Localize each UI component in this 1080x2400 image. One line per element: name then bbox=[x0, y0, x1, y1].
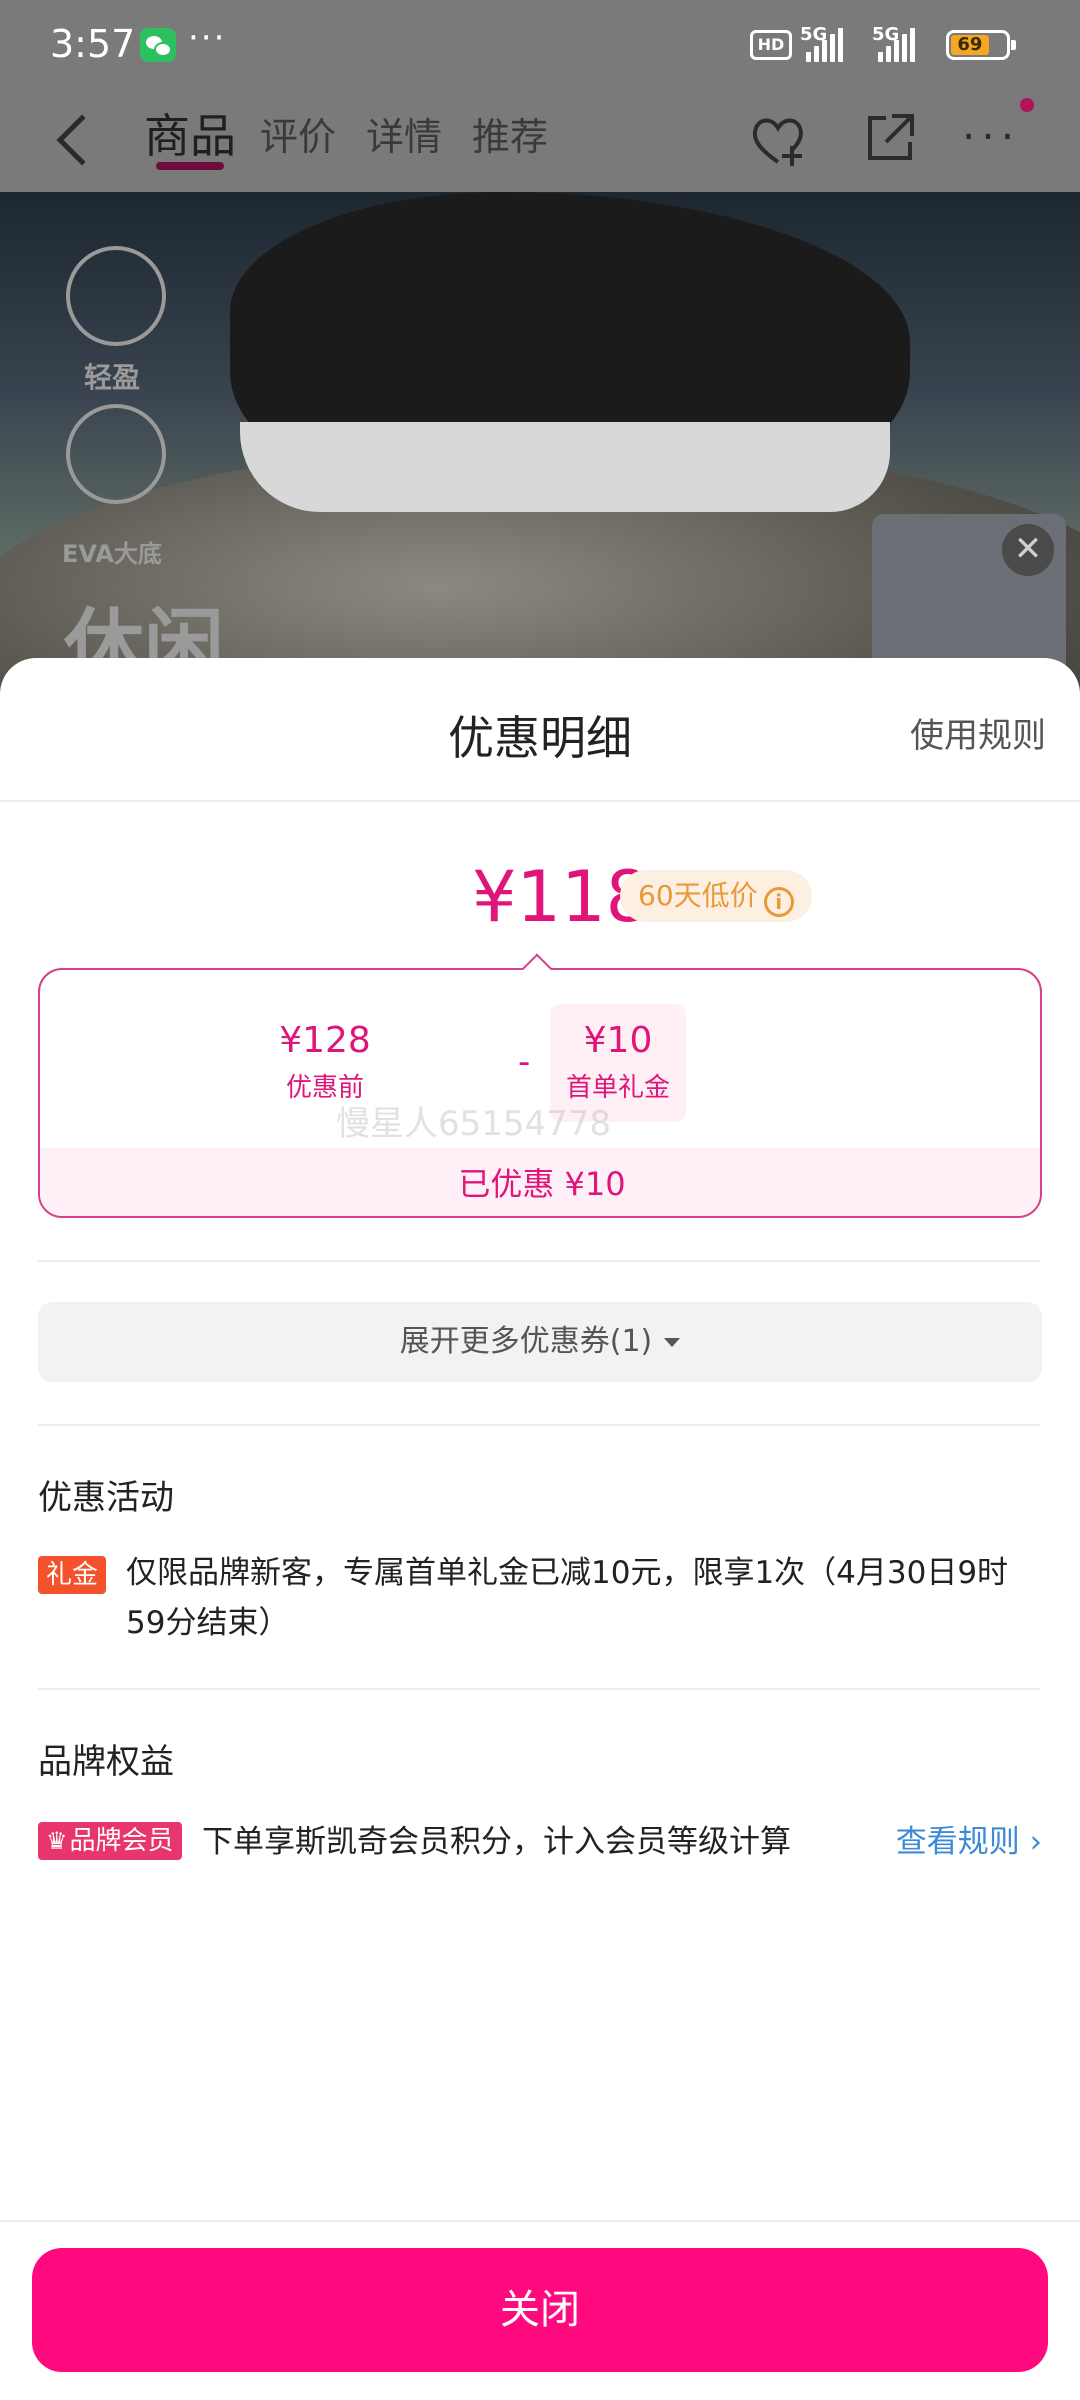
saved-amount-band: 已优惠 ¥10 bbox=[40, 1148, 1040, 1216]
signal-strength-icon bbox=[806, 28, 843, 62]
share-icon[interactable] bbox=[862, 110, 918, 166]
product-image: 轻盈 EVA大底 休闲 ✕ bbox=[0, 192, 1080, 700]
gift-tag: 礼金 bbox=[38, 1556, 107, 1594]
member-description: 下单享斯凯奇会员积分，计入会员等级计算 bbox=[202, 1824, 791, 1860]
tab-recommend[interactable]: 推荐 bbox=[472, 106, 548, 161]
gift-description: 仅限品牌新客，专属首单礼金已减10元，限享1次（4月30日9时59分结束） bbox=[126, 1555, 1009, 1641]
price-breakdown-box: ¥128 优惠前 - ¥10 首单礼金 已优惠 ¥10 慢星人65154778 bbox=[38, 968, 1042, 1218]
caret-down-icon bbox=[664, 1338, 681, 1347]
signal-strength-icon-2 bbox=[878, 28, 915, 62]
close-thumbnail-icon[interactable]: ✕ bbox=[1002, 524, 1054, 576]
active-tab-indicator bbox=[156, 162, 224, 170]
price-row: ¥118 60天低价 i bbox=[0, 856, 1080, 946]
member-tag: ♛品牌会员 bbox=[38, 1822, 182, 1860]
product-nav-bar: 商品 评价 详情 推荐 ··· bbox=[0, 92, 1080, 192]
battery-icon: 69 bbox=[946, 30, 1016, 60]
shoe-sole bbox=[240, 422, 890, 512]
favorite-heart-icon[interactable] bbox=[748, 110, 808, 170]
status-bar: 3:57 ··· HD 5G 5G 69 bbox=[0, 0, 1080, 92]
tab-details[interactable]: 详情 bbox=[366, 106, 442, 161]
more-options-icon[interactable]: ··· bbox=[962, 112, 1020, 161]
divider bbox=[0, 800, 1080, 802]
hd-voice-icon: HD bbox=[750, 30, 792, 60]
coupon-amount: ¥10 bbox=[583, 1020, 653, 1061]
benefits-section-title: 品牌权益 bbox=[38, 1742, 174, 1782]
tab-goods[interactable]: 商品 bbox=[144, 100, 236, 166]
badge-label-light: 轻盈 bbox=[84, 361, 141, 394]
back-arrow-icon[interactable] bbox=[56, 114, 108, 166]
coupon-item: ¥10 首单礼金 bbox=[550, 1020, 686, 1104]
crown-icon: ♛ bbox=[46, 1827, 68, 1855]
close-button[interactable]: 关闭 bbox=[32, 2248, 1048, 2372]
screen: 3:57 ··· HD 5G 5G 69 商品 评价 详情 推荐 ··· 轻盈 … bbox=[0, 0, 1080, 2400]
user-watermark: 慢星人65154778 bbox=[336, 1104, 612, 1144]
member-tag-label: 品牌会员 bbox=[69, 1826, 174, 1856]
notification-dot bbox=[1020, 98, 1034, 112]
wechat-notification-icon bbox=[140, 28, 176, 62]
view-rules-link[interactable]: 查看规则 › bbox=[896, 1816, 1042, 1861]
eva-sole-badge-icon bbox=[66, 404, 166, 504]
minus-sign: - bbox=[518, 1042, 531, 1082]
expand-coupons-label: 展开更多优惠券(1) bbox=[399, 1324, 653, 1359]
expand-more-coupons-button[interactable]: 展开更多优惠券(1) bbox=[38, 1302, 1042, 1382]
more-notifications-icon: ··· bbox=[188, 18, 227, 58]
original-price-item: ¥128 优惠前 bbox=[250, 1020, 400, 1104]
divider bbox=[38, 1688, 1040, 1690]
status-time: 3:57 bbox=[50, 22, 136, 66]
divider bbox=[0, 2220, 1080, 2222]
lightweight-badge-icon bbox=[66, 246, 166, 346]
product-page-background: 3:57 ··· HD 5G 5G 69 商品 评价 详情 推荐 ··· 轻盈 … bbox=[0, 0, 1080, 700]
activities-section-title: 优惠活动 bbox=[38, 1478, 174, 1518]
low-price-badge-label: 60天低价 bbox=[638, 879, 758, 912]
divider bbox=[38, 1260, 1040, 1262]
divider bbox=[38, 1424, 1040, 1426]
original-price: ¥128 bbox=[279, 1020, 371, 1061]
low-price-badge[interactable]: 60天低价 i bbox=[620, 870, 812, 922]
battery-level: 69 bbox=[951, 35, 989, 55]
tab-reviews[interactable]: 评价 bbox=[260, 106, 336, 161]
info-icon[interactable]: i bbox=[763, 887, 794, 917]
discount-detail-sheet: 优惠明细 使用规则 ¥118 60天低价 i ¥128 优惠前 - ¥10 首单礼… bbox=[0, 658, 1080, 2400]
badge-label-eva: EVA大底 bbox=[62, 540, 162, 568]
usage-rules-link[interactable]: 使用规则 bbox=[910, 708, 1046, 757]
